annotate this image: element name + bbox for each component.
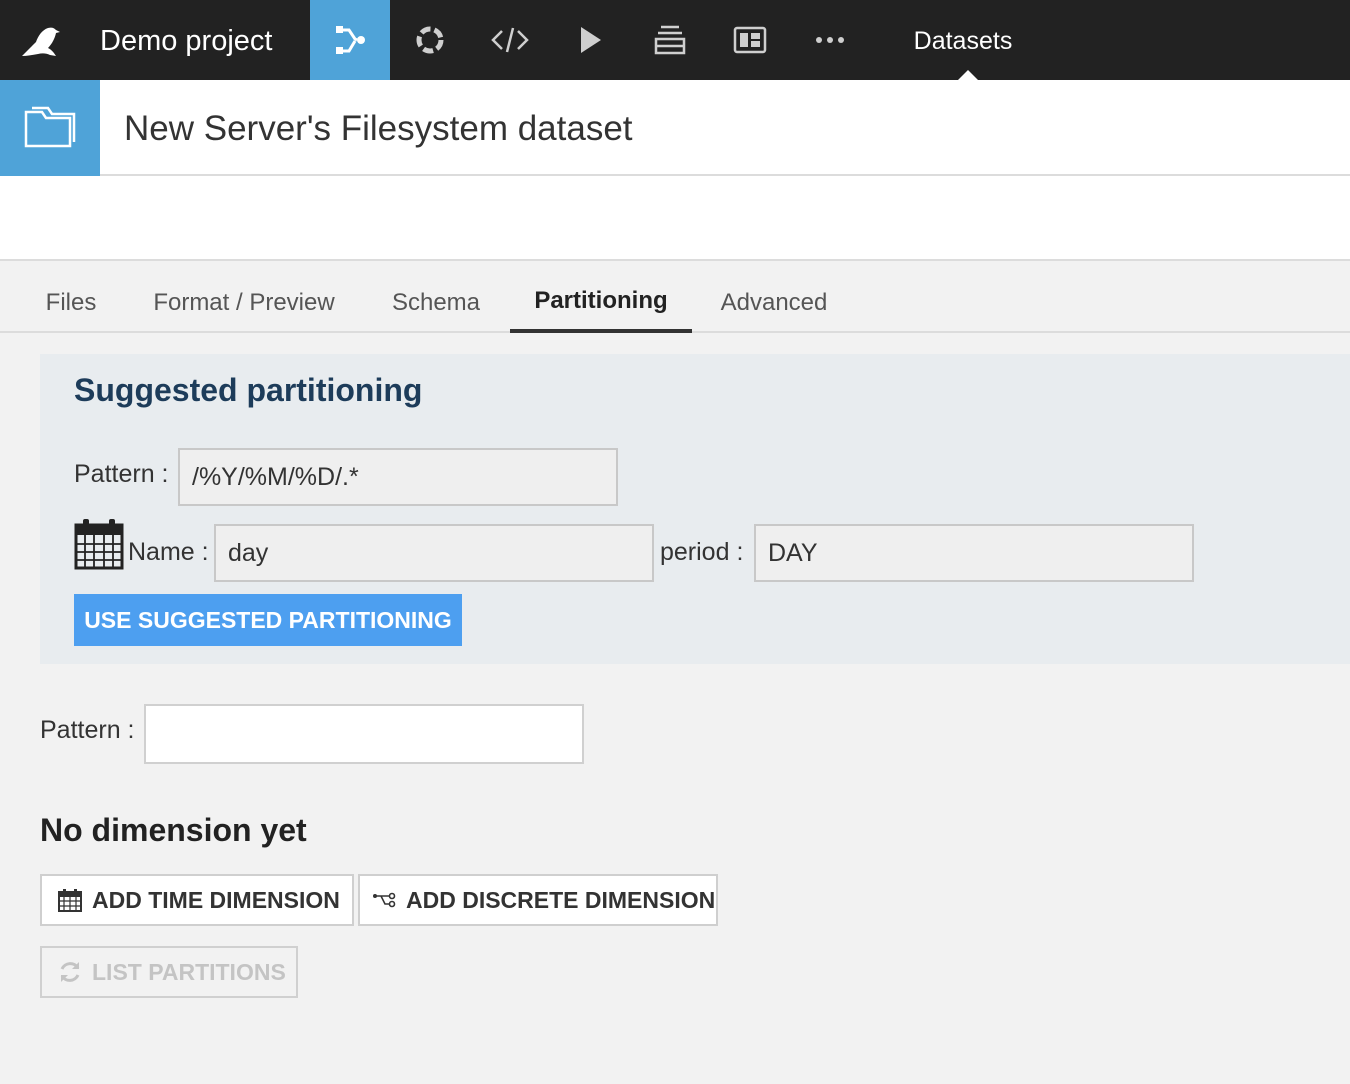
no-dimension-heading: No dimension yet — [40, 812, 307, 848]
add-time-dimension-button[interactable]: ADD TIME DIMENSION — [40, 874, 354, 926]
jobs-icon[interactable] — [390, 0, 470, 80]
pattern-input[interactable] — [144, 704, 584, 764]
header-spacer — [0, 176, 1350, 261]
add-time-dimension-label: ADD TIME DIMENSION — [92, 886, 340, 913]
list-partitions-button[interactable]: LIST PARTITIONS — [40, 946, 298, 998]
add-discrete-dimension-label: ADD DISCRETE DIMENSION — [406, 886, 716, 913]
list-partitions-label: LIST PARTITIONS — [92, 958, 286, 985]
refresh-icon — [58, 960, 82, 984]
flow-icon[interactable] — [310, 0, 390, 80]
top-navigation-bar: Demo project Datasets — [0, 0, 1350, 81]
dataset-tabs: Files Format / Preview Schema Partitioni… — [0, 263, 1350, 333]
dataset-title: New Server's Filesystem dataset — [124, 109, 633, 148]
code-icon[interactable] — [470, 0, 550, 80]
calendar-icon — [74, 518, 124, 575]
suggested-pattern-field[interactable]: /%Y/%M/%D/.* — [178, 448, 618, 506]
suggested-name-field[interactable]: day — [214, 524, 654, 582]
tab-files[interactable]: Files — [30, 263, 112, 333]
fork-icon — [372, 891, 396, 909]
suggested-name-label: Name : — [128, 538, 209, 566]
tab-schema[interactable]: Schema — [378, 263, 494, 333]
tab-advanced[interactable]: Advanced — [706, 263, 842, 333]
project-title[interactable]: Demo project — [100, 0, 272, 80]
add-discrete-dimension-button[interactable]: ADD DISCRETE DIMENSION — [358, 874, 718, 926]
calendar-icon — [58, 888, 82, 912]
datasets-nav-label[interactable]: Datasets — [900, 0, 1026, 80]
bird-logo-icon[interactable] — [0, 0, 80, 80]
suggested-period-field[interactable]: DAY — [754, 524, 1194, 582]
more-icon[interactable] — [790, 0, 870, 80]
datasets-stack-icon[interactable] — [630, 0, 710, 80]
suggested-period-label: period : — [660, 538, 744, 566]
run-icon[interactable] — [550, 0, 630, 80]
tab-format-preview[interactable]: Format / Preview — [140, 263, 348, 333]
dashboard-icon[interactable] — [710, 0, 790, 80]
dataset-header: New Server's Filesystem dataset — [0, 80, 1350, 176]
folder-icon — [0, 80, 100, 176]
suggested-partitioning-panel: Suggested partitioning Pattern : /%Y/%M/… — [40, 354, 1350, 664]
suggested-partitioning-title: Suggested partitioning — [74, 372, 423, 408]
pattern-label: Pattern : — [40, 716, 135, 744]
use-suggested-partitioning-button[interactable]: USE SUGGESTED PARTITIONING — [74, 594, 462, 646]
suggested-pattern-label: Pattern : — [74, 460, 169, 488]
tab-partitioning[interactable]: Partitioning — [510, 263, 692, 333]
